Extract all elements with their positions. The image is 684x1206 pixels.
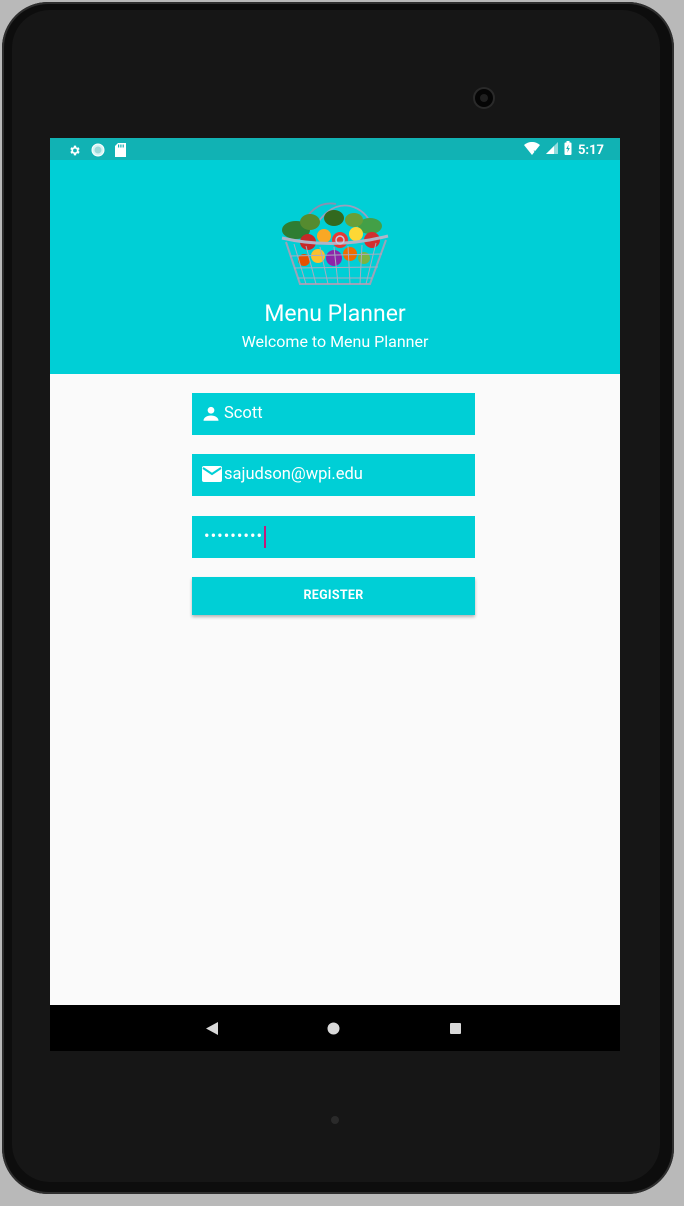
person-icon: [202, 405, 220, 428]
vegetable-basket-icon: [274, 200, 394, 292]
app-screen: x 5:17 Menu Planner Welcome to Menu Plan…: [50, 138, 620, 1051]
signal-icon: [545, 142, 558, 158]
back-triangle-icon[interactable]: [201, 1017, 223, 1039]
text-cursor: [264, 526, 267, 548]
app-title: Menu Planner: [264, 300, 406, 327]
home-circle-icon[interactable]: [322, 1017, 344, 1039]
email-icon: [202, 466, 222, 487]
navigation-bar: [50, 1005, 620, 1051]
device-sensor: [331, 1116, 339, 1124]
tablet-device: x 5:17 Menu Planner Welcome to Menu Plan…: [0, 0, 684, 1206]
app-subtitle: Welcome to Menu Planner: [241, 332, 429, 351]
sync-circle-icon: [91, 142, 105, 161]
battery-charging-icon: [564, 141, 572, 159]
password-value: •••••••••: [204, 527, 264, 547]
status-time: 5:17: [577, 142, 604, 158]
name-value: Scott: [224, 404, 263, 423]
recents-square-icon[interactable]: [444, 1017, 466, 1039]
email-field[interactable]: sajudson@wpi.edu: [192, 454, 475, 496]
password-field[interactable]: •••••••••: [192, 516, 475, 558]
sd-card-icon: [115, 142, 126, 161]
app-header: Menu Planner Welcome to Menu Planner: [50, 160, 620, 374]
front-camera: [475, 89, 493, 107]
email-value: sajudson@wpi.edu: [224, 465, 363, 484]
status-bar: x 5:17: [50, 138, 620, 160]
gear-icon: [68, 142, 81, 161]
register-button[interactable]: REGISTER: [192, 577, 475, 615]
name-field[interactable]: Scott: [192, 393, 475, 435]
wifi-icon: x: [523, 141, 540, 159]
svg-text:x: x: [533, 150, 537, 155]
